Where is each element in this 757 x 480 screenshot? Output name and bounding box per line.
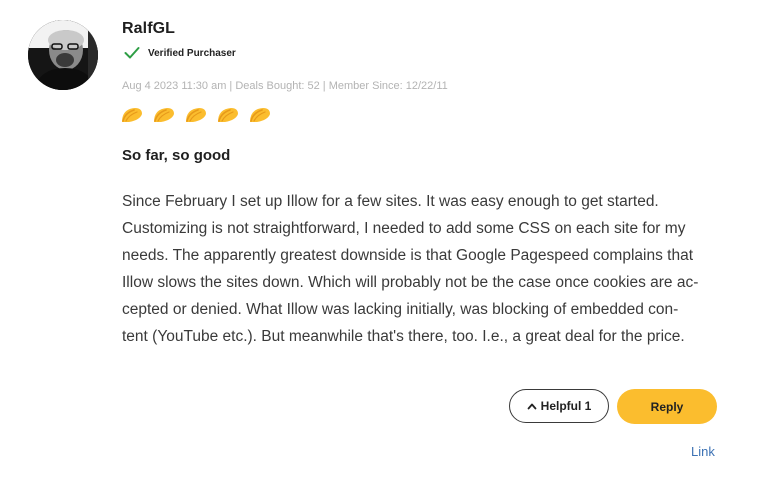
- review-body: Since February I set up Illow for a few …: [122, 188, 722, 350]
- review-body-line: cepted or denied. What Illow was lacking…: [122, 301, 679, 318]
- permalink[interactable]: Link: [691, 444, 715, 459]
- review-body-line: Illow slows the sites down. Which will p…: [122, 274, 699, 291]
- review-body-line: tent (YouTube etc.). But meanwhile that'…: [122, 328, 685, 345]
- taco-icon: [250, 108, 270, 122]
- rating: [120, 105, 272, 125]
- verified-badge: Verified Purchaser: [124, 46, 236, 60]
- taco-icon: [186, 108, 206, 122]
- helpful-button[interactable]: Helpful 1: [509, 389, 609, 423]
- verified-label: Verified Purchaser: [148, 47, 236, 59]
- avatar: [28, 20, 98, 90]
- review-body-line: needs. The apparently greatest downside …: [122, 247, 694, 264]
- review-body-line: Customizing is not straightforward, I ne…: [122, 220, 686, 237]
- helpful-label: Helpful 1: [540, 399, 592, 413]
- reply-button[interactable]: Reply: [617, 389, 717, 424]
- review-meta: Aug 4 2023 11:30 am | Deals Bought: 52 |…: [122, 80, 448, 92]
- chevron-up-icon: [527, 403, 537, 410]
- taco-icon: [122, 108, 142, 122]
- checkmark-icon: [124, 46, 140, 60]
- review-author[interactable]: RalfGL: [122, 20, 175, 38]
- taco-icon: [154, 108, 174, 122]
- review-body-line: Since February I set up Illow for a few …: [122, 193, 659, 210]
- review-title: So far, so good: [122, 147, 231, 164]
- taco-icon: [218, 108, 238, 122]
